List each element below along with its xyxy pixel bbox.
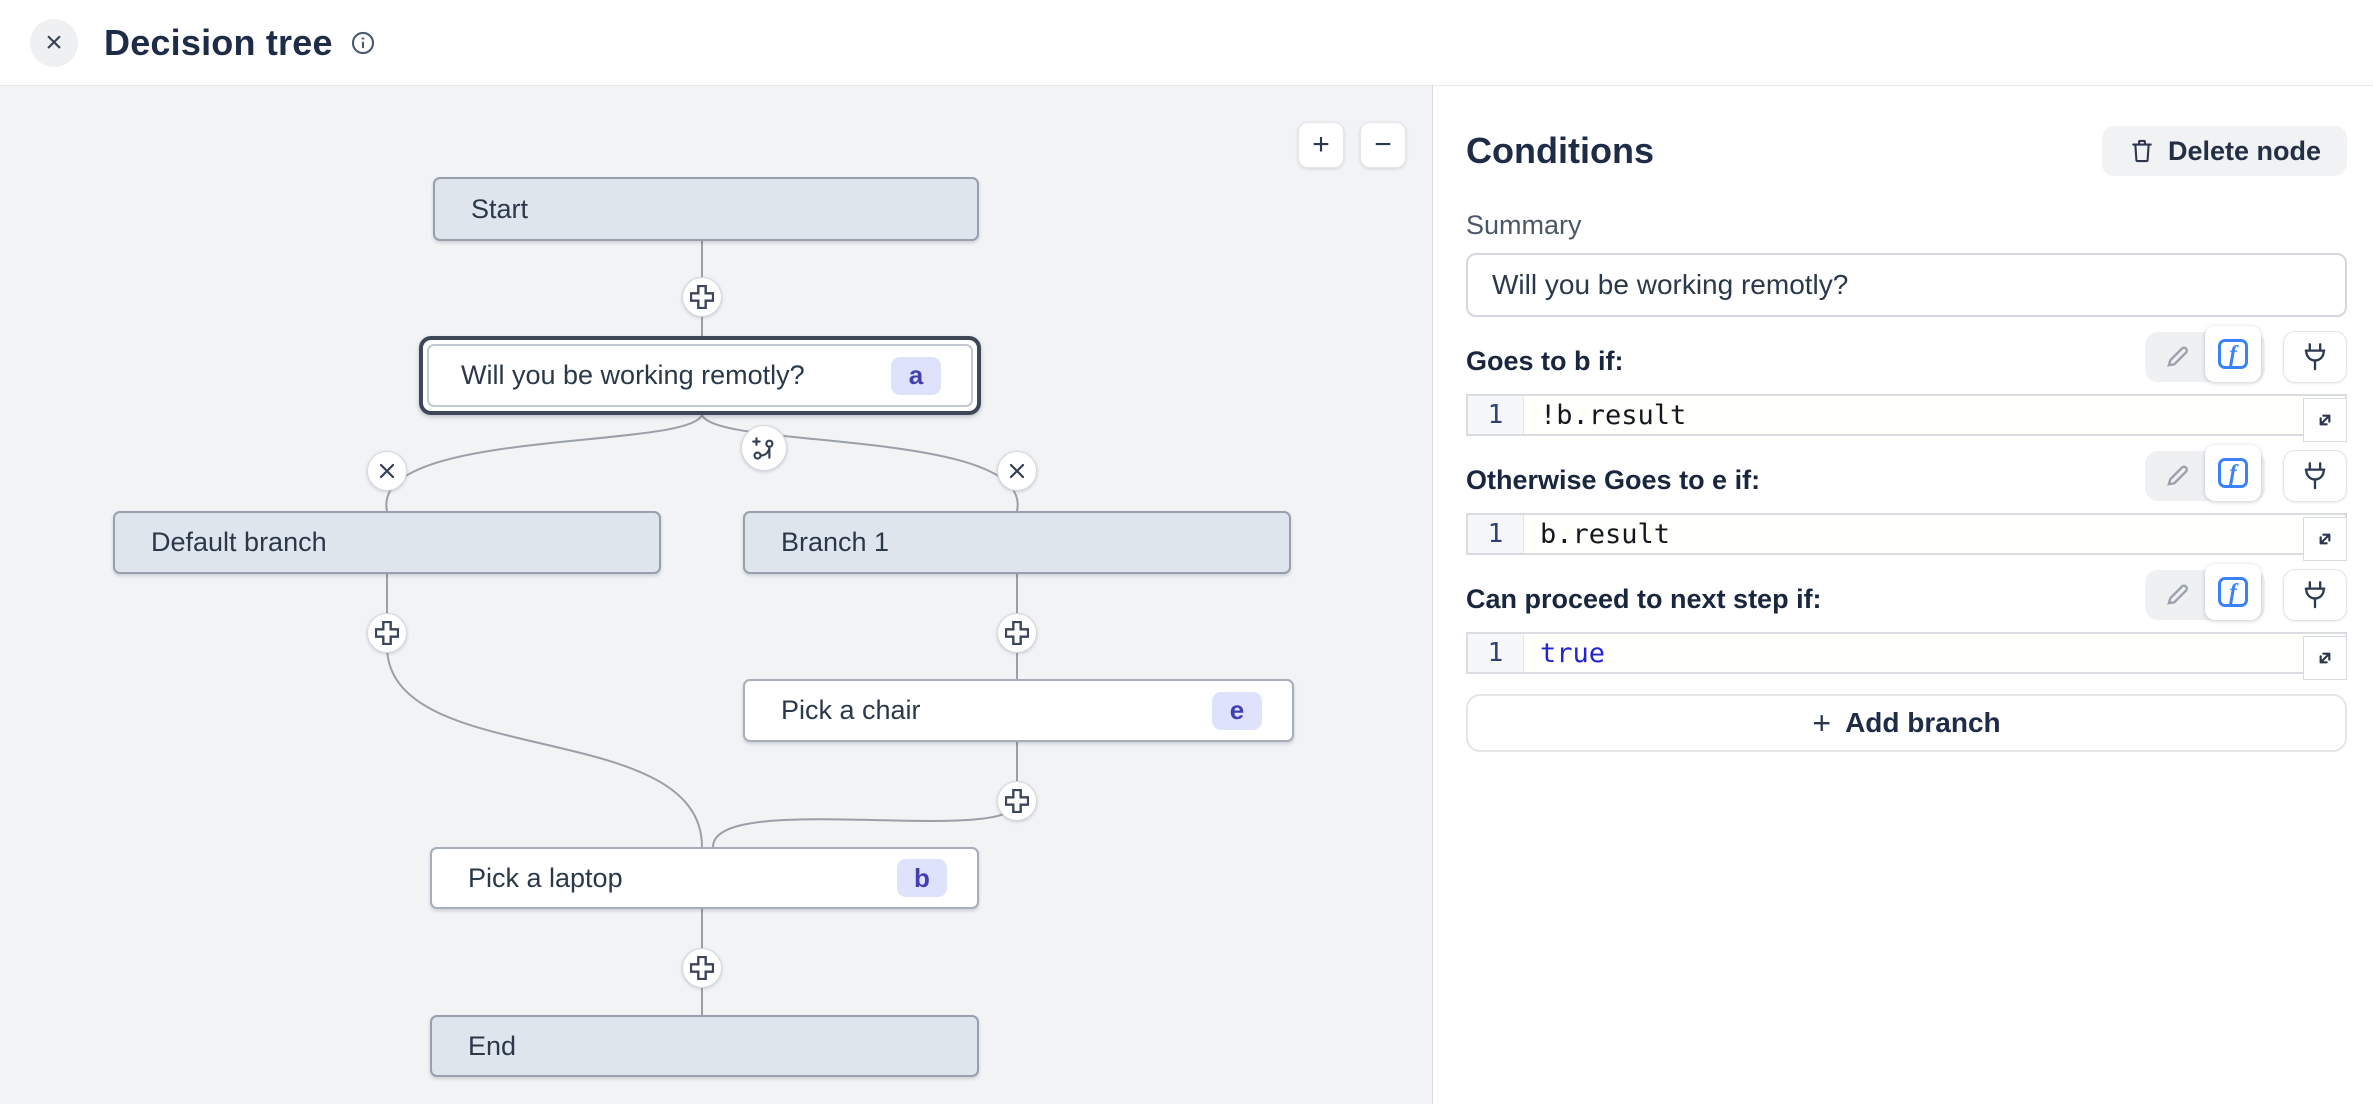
- expand-diagonal-icon: [2312, 407, 2338, 433]
- node-question-selected[interactable]: Will you be working remotly? a: [419, 336, 981, 415]
- add-step-button[interactable]: [682, 277, 722, 317]
- branch-plus-icon: [750, 434, 778, 462]
- delete-node-label: Delete node: [2168, 136, 2321, 167]
- plus-icon: +: [1812, 705, 1831, 742]
- info-icon[interactable]: [349, 29, 377, 57]
- page-title: Decision tree: [104, 22, 333, 64]
- add-step-button[interactable]: [997, 781, 1037, 821]
- node-label: Pick a laptop: [432, 863, 897, 894]
- line-number: 1: [1468, 515, 1524, 553]
- condition-code-editor[interactable]: 1 true: [1466, 632, 2347, 674]
- delete-node-button[interactable]: Delete node: [2102, 126, 2347, 176]
- editor-mode-toggle: f: [2145, 332, 2265, 382]
- formula-mode-button[interactable]: f: [2205, 445, 2261, 501]
- formula-mode-button[interactable]: f: [2205, 564, 2261, 620]
- condition-code[interactable]: b.result: [1524, 515, 2345, 553]
- node-badge: b: [897, 859, 947, 897]
- plus-circle-icon: [690, 285, 714, 309]
- flow-canvas[interactable]: Start Will you be working remotly? a Def…: [0, 86, 1433, 1104]
- trash-icon: [2128, 137, 2156, 165]
- plus-icon: +: [1312, 128, 1330, 162]
- zoom-controls: + −: [1298, 122, 1406, 168]
- function-icon: f: [2218, 458, 2248, 488]
- expand-editor-button[interactable]: [2303, 517, 2347, 561]
- close-icon: ×: [45, 26, 63, 60]
- node-label: Will you be working remotly?: [429, 360, 891, 391]
- expand-editor-button[interactable]: [2303, 636, 2347, 680]
- expand-editor-button[interactable]: [2303, 398, 2347, 442]
- condition-label: Can proceed to next step if:: [1466, 584, 1822, 621]
- plus-circle-icon: [1005, 789, 1029, 813]
- x-circle-icon: [1007, 461, 1027, 481]
- expand-diagonal-icon: [2312, 526, 2338, 552]
- node-badge: a: [891, 357, 941, 395]
- zoom-in-button[interactable]: +: [1298, 122, 1344, 168]
- node-pick-a-laptop[interactable]: Pick a laptop b: [430, 847, 979, 909]
- connect-button[interactable]: [2283, 569, 2347, 621]
- minus-icon: −: [1374, 128, 1392, 162]
- node-end[interactable]: End: [430, 1015, 979, 1077]
- zoom-out-button[interactable]: −: [1360, 122, 1406, 168]
- add-branch-button[interactable]: + Add branch: [1466, 694, 2347, 752]
- condition-code[interactable]: true: [1524, 634, 2345, 672]
- app-header: × Decision tree: [0, 0, 2373, 86]
- plus-circle-icon: [375, 621, 399, 645]
- node-label: Default branch: [115, 527, 659, 558]
- node-label: Start: [435, 194, 977, 225]
- remove-branch-button[interactable]: [997, 451, 1037, 491]
- expand-diagonal-icon: [2312, 645, 2338, 671]
- plug-icon: [2300, 342, 2330, 372]
- node-badge: e: [1212, 692, 1262, 730]
- condition-label: Otherwise Goes to e if:: [1466, 465, 1760, 502]
- condition-code[interactable]: !b.result: [1524, 396, 2345, 434]
- x-circle-icon: [377, 461, 397, 481]
- add-step-button[interactable]: [997, 613, 1037, 653]
- connect-button[interactable]: [2283, 331, 2347, 383]
- edit-mode-button[interactable]: [2149, 336, 2205, 378]
- plug-icon: [2300, 461, 2330, 491]
- node-branch-1[interactable]: Branch 1: [743, 511, 1291, 574]
- pencil-icon: [2162, 580, 2192, 610]
- plug-icon: [2300, 580, 2330, 610]
- node-default-branch[interactable]: Default branch: [113, 511, 661, 574]
- line-number: 1: [1468, 634, 1524, 672]
- editor-mode-toggle: f: [2145, 570, 2265, 620]
- function-icon: f: [2218, 577, 2248, 607]
- connect-button[interactable]: [2283, 450, 2347, 502]
- condition-label: Goes to b if:: [1466, 346, 1624, 383]
- node-pick-a-chair[interactable]: Pick a chair e: [743, 679, 1294, 742]
- node-label: Pick a chair: [745, 695, 1212, 726]
- summary-label: Summary: [1466, 210, 2347, 241]
- plus-circle-icon: [1005, 621, 1029, 645]
- add-step-button[interactable]: [367, 613, 407, 653]
- panel-title: Conditions: [1466, 130, 1654, 172]
- formula-mode-button[interactable]: f: [2205, 326, 2261, 382]
- node-label: End: [432, 1031, 977, 1062]
- node-start[interactable]: Start: [433, 177, 979, 241]
- add-branch-label: Add branch: [1845, 707, 2001, 739]
- edit-mode-button[interactable]: [2149, 455, 2205, 497]
- condition-code-editor[interactable]: 1 !b.result: [1466, 394, 2347, 436]
- close-button[interactable]: ×: [30, 19, 78, 67]
- node-label: Branch 1: [745, 527, 1289, 558]
- conditions-panel: Conditions Delete node Summary Goes to b…: [1434, 86, 2373, 1104]
- pencil-icon: [2162, 461, 2192, 491]
- add-branch-split-button[interactable]: [741, 425, 787, 471]
- line-number: 1: [1468, 396, 1524, 434]
- summary-input[interactable]: [1466, 253, 2347, 317]
- pencil-icon: [2162, 342, 2192, 372]
- remove-branch-button[interactable]: [367, 451, 407, 491]
- add-step-button[interactable]: [682, 948, 722, 988]
- condition-code-editor[interactable]: 1 b.result: [1466, 513, 2347, 555]
- plus-circle-icon: [690, 956, 714, 980]
- editor-mode-toggle: f: [2145, 451, 2265, 501]
- function-icon: f: [2218, 339, 2248, 369]
- edit-mode-button[interactable]: [2149, 574, 2205, 616]
